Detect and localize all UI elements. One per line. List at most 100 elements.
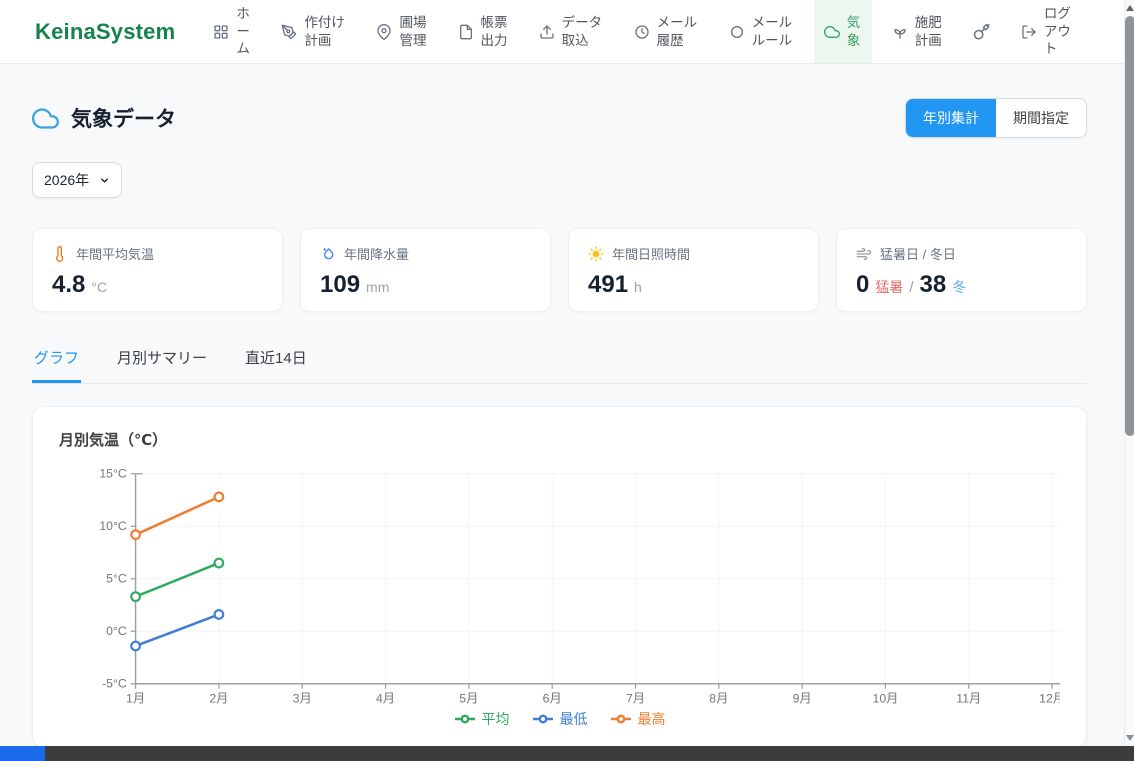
- svg-text:2月: 2月: [209, 691, 228, 705]
- year-select[interactable]: 2026年: [32, 162, 122, 198]
- tab-graph[interactable]: グラフ: [32, 338, 81, 383]
- legend-marker-icon: [610, 714, 632, 724]
- stat-label: 年間平均気温: [76, 244, 154, 263]
- stat-label: 年間降水量: [344, 244, 409, 263]
- content-tabs: グラフ 月別サマリー 直近14日: [32, 338, 1087, 384]
- svg-text:15°C: 15°C: [99, 467, 127, 481]
- svg-text:-5°C: -5°C: [102, 677, 127, 691]
- stat-cold-unit: 冬: [952, 277, 966, 297]
- svg-text:10月: 10月: [873, 691, 899, 705]
- nav-item-data-import[interactable]: データ取込: [529, 0, 614, 63]
- chart-card: 月別気温（℃） -5°C0°C5°C10°C15°C1月2月3月4月5月6月7月…: [32, 406, 1087, 748]
- stat-value: 4.8: [52, 271, 85, 299]
- chevron-down-icon: [99, 175, 110, 186]
- nav-item-home[interactable]: ホーム: [203, 0, 261, 63]
- monthly-temperature-chart: -5°C 0°C 5°C 10°C 15°C 1月 2月 3月 4月 5月 6月 7月 8月 9月 10月 1…: [59, 462, 1060, 707]
- svg-text:9月: 9月: [793, 691, 812, 705]
- upload-icon: [539, 24, 555, 40]
- taskbar-accent-button[interactable]: [0, 746, 45, 761]
- page-title: 気象データ: [71, 103, 176, 133]
- nav-item-label: 圃場管理: [399, 14, 427, 50]
- stat-hot-value: 0: [856, 271, 869, 299]
- app-logo[interactable]: KeinaSystem: [35, 19, 175, 45]
- nav-item-label: メールルール: [752, 14, 794, 50]
- page-scrollbar[interactable]: [1124, 0, 1134, 746]
- nav-item-label: 施肥計画: [915, 14, 943, 50]
- nav-item-report-output[interactable]: 帳票出力: [448, 0, 519, 63]
- nav-item-mail-history[interactable]: メール履歴: [624, 0, 709, 63]
- nav-item-fertilizer-plan[interactable]: 施肥計画: [882, 0, 953, 63]
- svg-text:8月: 8月: [709, 691, 728, 705]
- stat-value: 491: [588, 271, 628, 299]
- grid-icon: [213, 24, 229, 40]
- scrollbar-thumb[interactable]: [1125, 16, 1134, 436]
- weather-cloud-icon: [32, 105, 59, 132]
- droplet-icon: [320, 246, 336, 262]
- taskbar[interactable]: [0, 746, 1134, 761]
- nav-item-weather[interactable]: 気象: [814, 0, 872, 63]
- circle-icon: [729, 24, 745, 40]
- nav-item-mail-rules[interactable]: メールルール: [719, 0, 804, 63]
- stat-hot-unit: 猛暑: [875, 277, 903, 297]
- stat-separator: /: [909, 279, 913, 296]
- svg-text:6月: 6月: [543, 691, 562, 705]
- stat-card-precipitation: 年間降水量 109 mm: [300, 228, 551, 312]
- sun-icon: [588, 246, 604, 262]
- document-icon: [458, 24, 474, 40]
- nav-item-label: ログアウト: [1044, 5, 1072, 58]
- stat-unit: °C: [91, 279, 107, 295]
- nav-item-logout[interactable]: ログアウト: [1011, 0, 1082, 63]
- svg-text:0°C: 0°C: [106, 624, 127, 638]
- legend-item-min[interactable]: 最低: [532, 709, 588, 729]
- stat-label: 猛暑日 / 冬日: [880, 244, 956, 263]
- legend-item-average[interactable]: 平均: [454, 709, 510, 729]
- yearly-summary-button[interactable]: 年別集計: [906, 99, 996, 137]
- tab-last-14-days[interactable]: 直近14日: [243, 338, 309, 383]
- svg-text:4月: 4月: [376, 691, 395, 705]
- key-icon: [973, 23, 991, 41]
- nav-item-planting-plan[interactable]: 作付け計画: [271, 0, 356, 63]
- stat-unit: mm: [366, 279, 389, 295]
- nav-item-label: ホーム: [236, 5, 251, 58]
- wind-icon: [856, 246, 872, 262]
- svg-text:10°C: 10°C: [99, 519, 127, 533]
- nav-item-label: 作付け計画: [304, 14, 346, 50]
- chart-legend: 平均 最低 最高: [59, 709, 1060, 733]
- legend-item-max[interactable]: 最高: [610, 709, 666, 729]
- map-pin-icon: [376, 24, 392, 40]
- sprout-icon: [892, 24, 908, 40]
- nav-item-password[interactable]: [963, 0, 1001, 63]
- nav-item-label: 帳票出力: [481, 14, 509, 50]
- nav-item-label: データ取込: [562, 14, 604, 50]
- view-toggle: 年別集計 期間指定: [905, 98, 1087, 138]
- scrollbar-up-arrow-icon[interactable]: [1126, 5, 1134, 11]
- svg-text:5°C: 5°C: [106, 572, 127, 586]
- legend-marker-icon: [532, 714, 554, 724]
- nav-item-field-management[interactable]: 圃場管理: [366, 0, 437, 63]
- cloud-icon: [824, 24, 840, 40]
- svg-text:3月: 3月: [293, 691, 312, 705]
- stat-card-sunshine: 年間日照時間 491 h: [568, 228, 819, 312]
- stat-card-avg-temp: 年間平均気温 4.8 °C: [32, 228, 283, 312]
- stat-value: 109: [320, 271, 360, 299]
- svg-text:7月: 7月: [626, 691, 645, 705]
- stat-cards: 年間平均気温 4.8 °C 年間降水量 109 mm 年間日照時間 49: [32, 228, 1087, 312]
- svg-text:12月: 12月: [1039, 691, 1060, 705]
- tab-monthly-summary[interactable]: 月別サマリー: [115, 338, 209, 383]
- history-icon: [634, 24, 650, 40]
- stat-card-extreme-days: 猛暑日 / 冬日 0 猛暑 / 38 冬: [836, 228, 1087, 312]
- scrollbar-down-arrow-icon[interactable]: [1126, 735, 1134, 741]
- svg-text:11月: 11月: [956, 691, 981, 705]
- svg-text:1月: 1月: [126, 691, 145, 705]
- period-select-button[interactable]: 期間指定: [996, 99, 1086, 137]
- thermometer-icon: [52, 246, 68, 262]
- main-nav: ホーム 作付け計画 圃場管理 帳票出力 データ取込 メール履歴 メールルール: [203, 0, 1082, 63]
- stat-cold-value: 38: [920, 271, 947, 299]
- svg-text:5月: 5月: [459, 691, 478, 705]
- main-content: 気象データ 年別集計 期間指定 2026年 年間平均気温 4.8 °C 年間降水…: [0, 98, 1134, 748]
- page-title-row: 気象データ 年別集計 期間指定: [32, 98, 1087, 138]
- legend-marker-icon: [454, 714, 476, 724]
- pen-icon: [281, 24, 297, 40]
- year-select-value: 2026年: [44, 170, 89, 190]
- stat-unit: h: [634, 279, 642, 295]
